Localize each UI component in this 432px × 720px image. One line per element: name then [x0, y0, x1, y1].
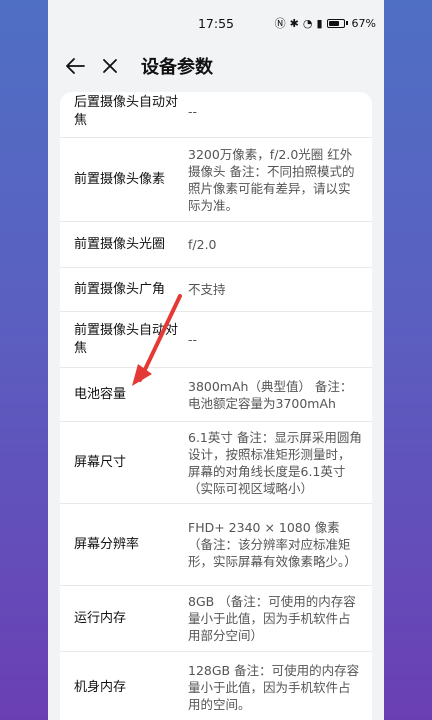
battery-icon: [326, 18, 345, 28]
param-value: FHD+ 2340 × 1080 像素（备注：该分辨率对应标准矩形，实际屏幕有效…: [188, 520, 357, 569]
phone-screen: 17:55 Ⓝ ✱ ◔ ▮ 67% 设备参数 后置摄像头自动对焦 -- 前置摄像…: [48, 0, 384, 720]
param-row: 前置摄像头广角 不支持: [60, 268, 372, 312]
bluetooth-icon: ✱: [289, 16, 299, 30]
param-value: f/2.0: [188, 237, 217, 252]
close-icon: [103, 59, 117, 73]
nfc-icon: Ⓝ: [274, 17, 286, 30]
param-value: 8GB （备注：可使用的内存容量小于此值，因为手机软件占用部分空间）: [188, 594, 356, 643]
param-key: 电池容量: [74, 386, 127, 402]
param-value: --: [188, 104, 198, 119]
param-row: 后置摄像头自动对焦 --: [60, 92, 372, 138]
param-row: 前置摄像头光圈 f/2.0: [60, 222, 372, 268]
status-bar: 17:55 Ⓝ ✱ ◔ ▮ 67%: [48, 0, 384, 44]
param-row: 前置摄像头自动对焦 --: [60, 312, 372, 368]
param-row-battery: 电池容量 3800mAh（典型值） 备注：电池额定容量为3700mAh: [60, 368, 372, 422]
param-row: 前置摄像头像素 3200万像素，f/2.0光圈 红外摄像头 备注：不同拍照模式的…: [60, 138, 372, 222]
param-row: 机身内存 128GB 备注：可使用的内存容量小于此值，因为手机软件占用的空间。: [60, 652, 372, 720]
param-key: 运行内存: [74, 610, 127, 626]
param-key: 后置摄像头自动对焦: [74, 94, 179, 128]
param-row: 屏幕尺寸 6.1英寸 备注：显示屏采用圆角设计，按照标准矩形测量时，屏幕的对角线…: [60, 422, 372, 504]
param-key: 前置摄像头广角: [74, 281, 166, 297]
param-key: 前置摄像头光圈: [74, 236, 166, 252]
param-row: 屏幕分辨率 FHD+ 2340 × 1080 像素（备注：该分辨率对应标准矩形，…: [60, 504, 372, 586]
param-value: 3200万像素，f/2.0光圈 红外摄像头 备注：不同拍照模式的照片像素可能有差…: [188, 146, 355, 213]
param-key: 前置摄像头自动对焦: [74, 322, 179, 356]
param-value: 3800mAh（典型值） 备注：电池额定容量为3700mAh: [188, 378, 353, 411]
param-key: 屏幕尺寸: [74, 454, 127, 470]
params-card[interactable]: 后置摄像头自动对焦 -- 前置摄像头像素 3200万像素，f/2.0光圈 红外摄…: [60, 92, 372, 720]
param-key: 前置摄像头像素: [74, 171, 166, 187]
battery-percent: 67%: [351, 16, 376, 30]
param-value: 6.1英寸 备注：显示屏采用圆角设计，按照标准矩形测量时，屏幕的对角线长度是6.…: [188, 429, 362, 496]
signal-icon: ▮: [316, 16, 323, 30]
param-key: 机身内存: [74, 679, 127, 695]
back-arrow-icon: [66, 58, 85, 74]
param-value: 128GB 备注：可使用的内存容量小于此值，因为手机软件占用的空间。: [188, 663, 360, 712]
page-title: 设备参数: [141, 57, 213, 78]
status-icons: Ⓝ ✱ ◔ ▮ 67%: [275, 15, 376, 31]
wifi-icon: ◔: [302, 16, 313, 30]
param-key: 屏幕分辨率: [74, 536, 140, 552]
header: 设备参数: [48, 44, 384, 88]
param-value: 不支持: [188, 282, 226, 297]
back-button[interactable]: [58, 49, 92, 83]
param-value: --: [188, 332, 198, 347]
param-row: 运行内存 8GB （备注：可使用的内存容量小于此值，因为手机软件占用部分空间）: [60, 586, 372, 652]
close-button[interactable]: [93, 49, 127, 83]
